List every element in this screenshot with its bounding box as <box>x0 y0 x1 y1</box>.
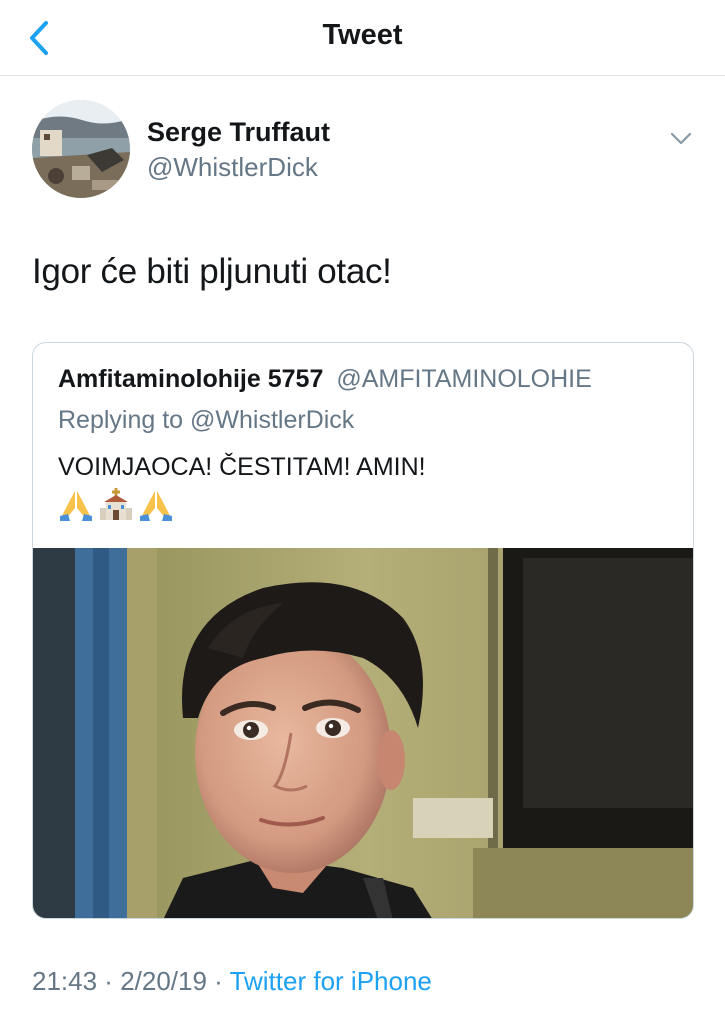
meta-separator: · <box>97 966 121 996</box>
quoted-tweet-card[interactable]: Amfitaminolohije 5757 @AMFITAMINOLOHIE R… <box>32 342 694 919</box>
quoted-tweet-text: VOIMJAOCA! ČESTITAM! AMIN! <box>58 453 426 481</box>
church-icon <box>100 488 132 520</box>
replying-prefix: Replying to <box>58 406 191 434</box>
avatar-image <box>32 100 130 198</box>
author-name[interactable]: Serge Truffaut <box>147 117 330 148</box>
author-handle[interactable]: @WhistlerDick <box>147 152 318 183</box>
quoted-author-handle: @AMFITAMINOLOHIE <box>336 365 592 393</box>
tweet-author: Serge Truffaut @WhistlerDick <box>32 100 692 200</box>
emoji-row <box>58 488 174 522</box>
nav-bar: Tweet <box>0 0 725 76</box>
tweet-meta: 21:43 · 2/20/19 · Twitter for iPhone <box>32 966 432 997</box>
page-title: Tweet <box>322 19 403 51</box>
replying-to-handle[interactable]: @WhistlerDick <box>190 406 354 434</box>
quoted-tweet-header: Amfitaminolohije 5757 @AMFITAMINOLOHIE <box>58 365 592 394</box>
tweet-time: 21:43 <box>32 966 98 996</box>
meta-separator: · <box>206 966 230 996</box>
avatar[interactable] <box>32 100 130 198</box>
chevron-down-icon <box>670 132 692 145</box>
tweet-date: 2/20/19 <box>120 966 207 996</box>
folded-hands-icon <box>140 491 172 521</box>
tweet-menu-button[interactable] <box>668 128 694 150</box>
portrait-photo <box>33 548 693 918</box>
replying-to: Replying to @WhistlerDick <box>58 406 354 435</box>
quoted-author-name: Amfitaminolohije 5757 <box>58 365 324 393</box>
tweet-text: Igor će biti pljunuti otac! <box>32 252 392 291</box>
folded-hands-icon <box>60 491 92 521</box>
tweet-source-link[interactable]: Twitter for iPhone <box>230 966 432 996</box>
quoted-tweet-photo[interactable] <box>33 548 693 918</box>
